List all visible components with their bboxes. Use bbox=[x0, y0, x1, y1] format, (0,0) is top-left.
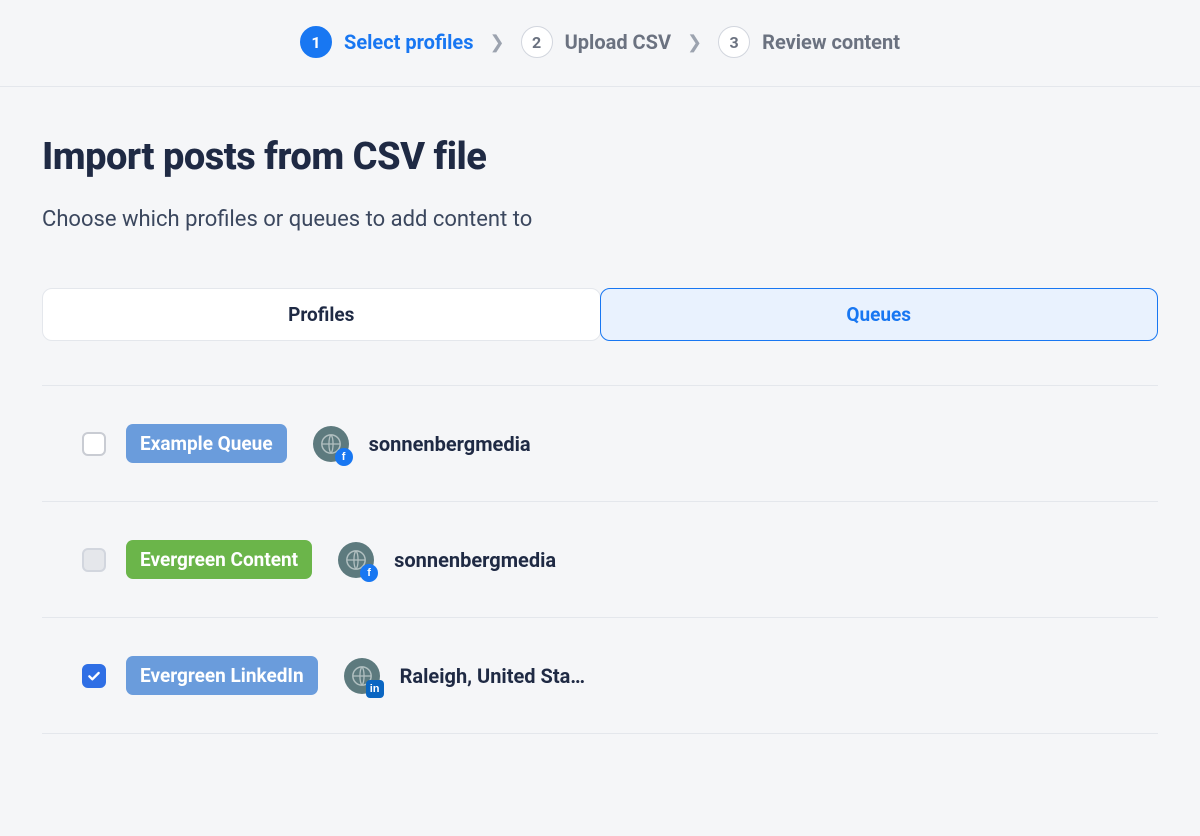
queue-badge: Evergreen Content bbox=[126, 540, 312, 579]
account-name: sonnenbergmedia bbox=[369, 432, 531, 456]
checkbox[interactable] bbox=[82, 432, 106, 456]
step-number: 1 bbox=[300, 26, 332, 58]
queue-row-example-queue[interactable]: Example Queue f sonnenbergmedia bbox=[42, 385, 1158, 502]
step-label: Review content bbox=[762, 30, 900, 54]
checkbox bbox=[82, 548, 106, 572]
step-1[interactable]: 1 Select profiles bbox=[300, 26, 474, 58]
chevron-right-icon: ❯ bbox=[490, 32, 505, 53]
queue-row-evergreen-linkedin[interactable]: Evergreen LinkedIn in Raleigh, United St… bbox=[42, 618, 1158, 734]
facebook-icon: f bbox=[360, 564, 378, 582]
step-3[interactable]: 3 Review content bbox=[718, 26, 900, 58]
page-subtitle: Choose which profiles or queues to add c… bbox=[42, 207, 1158, 232]
page-title: Import posts from CSV file bbox=[42, 135, 1158, 179]
step-number: 2 bbox=[521, 26, 553, 58]
tab-queues[interactable]: Queues bbox=[600, 288, 1159, 341]
checkbox[interactable] bbox=[82, 664, 106, 688]
step-label: Upload CSV bbox=[565, 30, 671, 54]
account-name: Raleigh, United Sta… bbox=[400, 664, 586, 688]
main-content: Import posts from CSV file Choose which … bbox=[0, 87, 1200, 734]
facebook-icon: f bbox=[335, 448, 353, 466]
queue-badge: Example Queue bbox=[126, 424, 287, 463]
step-2[interactable]: 2 Upload CSV bbox=[521, 26, 671, 58]
check-icon bbox=[86, 668, 102, 684]
stepper: 1 Select profiles ❯ 2 Upload CSV ❯ 3 Rev… bbox=[0, 0, 1200, 87]
tab-profiles[interactable]: Profiles bbox=[42, 288, 601, 341]
chevron-right-icon: ❯ bbox=[687, 32, 702, 53]
step-label: Select profiles bbox=[344, 30, 474, 54]
step-number: 3 bbox=[718, 26, 750, 58]
queue-badge: Evergreen LinkedIn bbox=[126, 656, 318, 695]
avatar: in bbox=[344, 658, 380, 694]
linkedin-icon: in bbox=[366, 680, 384, 698]
avatar: f bbox=[338, 542, 374, 578]
queue-list: Example Queue f sonnenbergmedia Evergree… bbox=[42, 385, 1158, 734]
tabs: Profiles Queues bbox=[42, 288, 1158, 341]
account-name: sonnenbergmedia bbox=[394, 548, 556, 572]
queue-row-evergreen-content[interactable]: Evergreen Content f sonnenbergmedia bbox=[42, 502, 1158, 618]
avatar: f bbox=[313, 426, 349, 462]
